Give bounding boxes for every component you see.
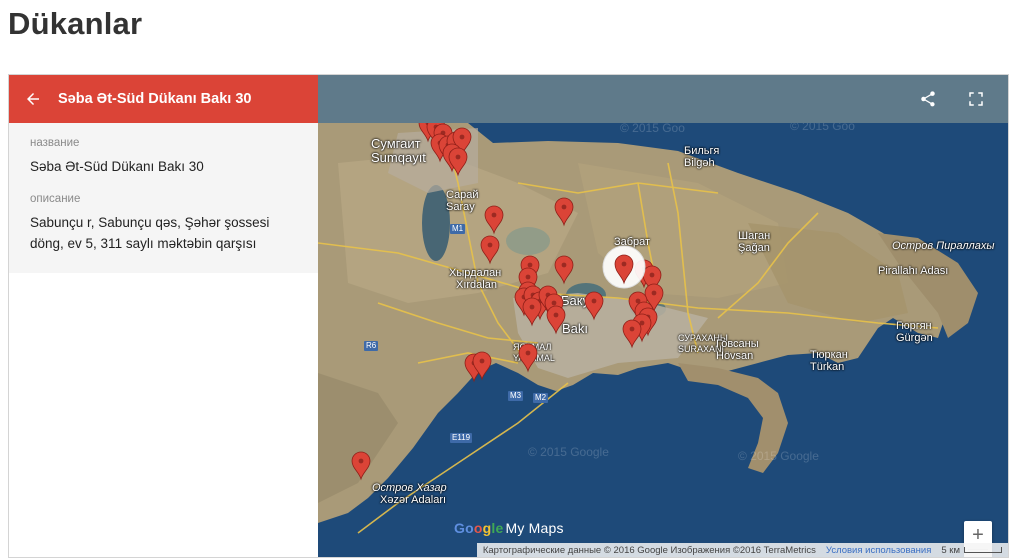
- field-value-name: Səba Ət-Süd Dükanı Bakı 30: [30, 159, 204, 174]
- map-marker[interactable]: [522, 297, 542, 327]
- map-marker[interactable]: [546, 305, 566, 335]
- map-canvas[interactable]: © 2015 Goo © 2015 Goo © 2015 Google © 20…: [318, 123, 1008, 557]
- terms-link[interactable]: Условия использования: [826, 545, 931, 556]
- map-toolbar: [318, 75, 1008, 123]
- back-button[interactable]: [23, 89, 43, 109]
- field-label-description: описание: [30, 193, 81, 205]
- map-marker[interactable]: [584, 291, 604, 321]
- map-marker[interactable]: [622, 319, 642, 349]
- map-attribution: Картографические данные © 2016 Google Из…: [476, 543, 1008, 557]
- field-label-name: название: [30, 137, 80, 149]
- arrow-left-icon: [27, 93, 39, 105]
- map-marker[interactable]: [518, 343, 538, 373]
- google-my-maps-logo[interactable]: Google My Maps: [454, 520, 564, 536]
- scale-label: 5 км: [941, 545, 1002, 556]
- attribution-text: Картографические данные © 2016 Google Из…: [482, 544, 816, 556]
- map-marker[interactable]: [351, 451, 371, 481]
- page-title: Dükanlar: [8, 6, 143, 41]
- panel-header: Səba Ət-Süd Dükanı Bakı 30: [9, 75, 318, 123]
- scale-bar: [964, 546, 1002, 553]
- map-marker[interactable]: [484, 205, 504, 235]
- feature-details-panel: название Səba Ət-Süd Dükanı Bakı 30 опис…: [9, 123, 318, 557]
- share-button[interactable]: [918, 89, 938, 109]
- marker-layer: [351, 123, 664, 481]
- panel-title: Səba Ət-Süd Dükanı Bakı 30: [58, 91, 252, 107]
- selected-map-marker[interactable]: [602, 245, 646, 289]
- map-embed: Səba Ət-Süd Dükanı Bakı 30 название Səba…: [8, 74, 1009, 558]
- map-marker[interactable]: [480, 235, 500, 265]
- share-icon: [921, 91, 935, 107]
- fullscreen-icon: [969, 92, 983, 106]
- field-value-description: Sabunçu r, Sabunçu qəs, Şəhər şossesi dö…: [30, 215, 270, 251]
- map-marker[interactable]: [554, 255, 574, 285]
- fullscreen-button[interactable]: [966, 89, 986, 109]
- feature-details: название Səba Ət-Süd Dükanı Bakı 30 опис…: [9, 123, 318, 273]
- map-marker[interactable]: [554, 197, 574, 227]
